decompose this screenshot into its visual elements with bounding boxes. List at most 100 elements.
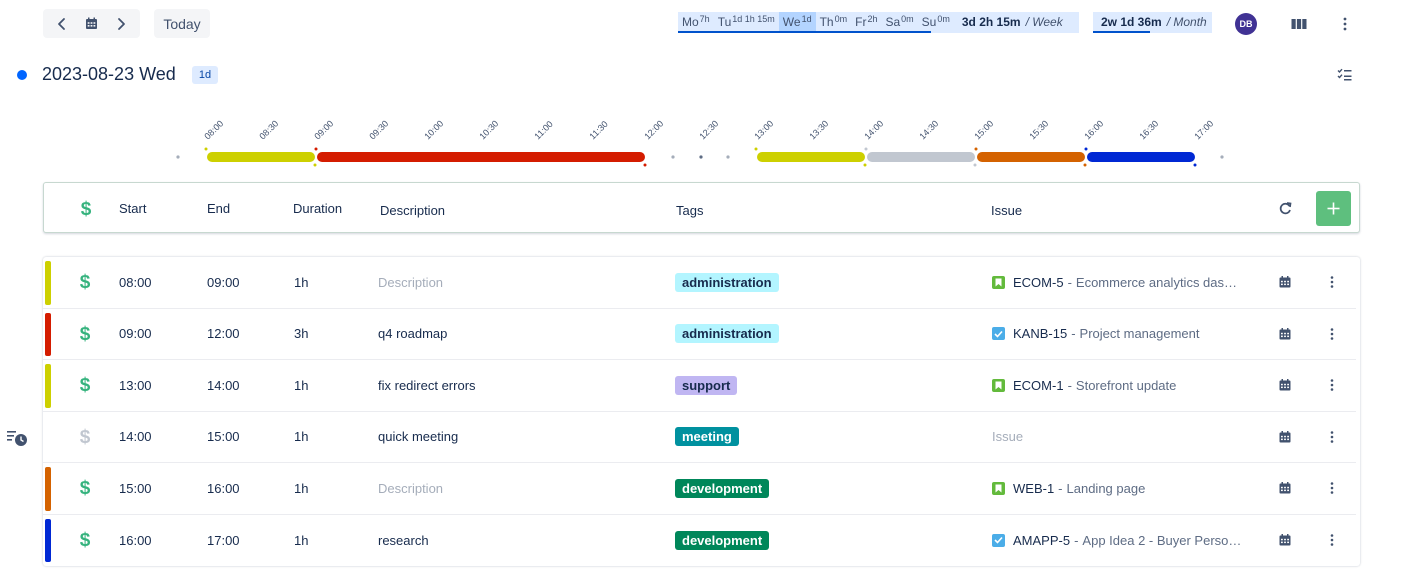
column-issue: Issue — [991, 203, 1023, 218]
week-summary: Mo 7h Tu 1d 1h 15m We 1d Th 0m Fr 2h Sa 0m Su 0m 3d 2h… — [678, 12, 1079, 33]
entry-issue[interactable]: ECOM-1- Storefront update — [992, 360, 1242, 411]
entry-tag-cell[interactable]: support — [675, 360, 738, 411]
entry-date-button[interactable] — [1279, 515, 1291, 567]
timeline-segment[interactable] — [867, 152, 975, 162]
week-day-we[interactable]: We 1d — [778, 12, 816, 31]
refresh-button[interactable] — [1279, 183, 1292, 234]
side-toggle-button[interactable] — [6, 428, 28, 448]
prev-day-button[interactable] — [50, 12, 74, 36]
entry-date-button[interactable] — [1279, 309, 1291, 360]
today-button[interactable]: Today — [154, 9, 210, 38]
entry-end[interactable]: 14:00 — [207, 360, 240, 411]
table-row[interactable]: $13:00 14:00 1h fix redirect errors support E… — [43, 360, 1356, 412]
entry-description[interactable]: quick meeting — [378, 429, 458, 444]
entry-issue[interactable]: ECOM-5- Ecommerce analytics dashb... — [992, 257, 1242, 308]
entry-tag-cell[interactable]: development — [675, 515, 770, 567]
avatar[interactable]: DB — [1235, 13, 1257, 35]
entry-start[interactable]: 15:00 — [119, 463, 152, 514]
entry-issue[interactable]: KANB-15- Project management — [992, 309, 1242, 360]
week-day-tu[interactable]: Tu 1d 1h 15m — [714, 12, 779, 31]
columns-view-button[interactable] — [1288, 13, 1310, 35]
entry-issue[interactable]: WEB-1- Landing page — [992, 463, 1242, 514]
timeline-segment[interactable] — [317, 152, 645, 162]
billable-toggle[interactable]: $ — [79, 257, 91, 308]
checklist-icon — [1337, 68, 1351, 80]
entry-duration[interactable]: 1h — [294, 412, 308, 463]
entry-date-button[interactable] — [1279, 412, 1291, 463]
entry-start[interactable]: 14:00 — [119, 412, 152, 463]
entry-start[interactable]: 08:00 — [119, 257, 152, 308]
entry-more-button[interactable] — [1330, 412, 1334, 463]
week-day-mo[interactable]: Mo 7h — [678, 12, 714, 31]
more-options-button[interactable] — [1334, 13, 1356, 35]
entry-description[interactable]: q4 roadmap — [378, 326, 447, 341]
table-row[interactable]: $09:00 12:00 3h q4 roadmap administration KAN… — [43, 309, 1356, 360]
date-picker-button[interactable] — [79, 12, 103, 36]
entry-end[interactable]: 16:00 — [207, 463, 240, 514]
entry-more-button[interactable] — [1330, 309, 1334, 360]
column-start: Start — [119, 201, 147, 216]
week-day-sa[interactable]: Sa 0m — [881, 12, 917, 31]
entry-more-button[interactable] — [1330, 360, 1334, 411]
entry-end[interactable]: 09:00 — [207, 257, 240, 308]
more-vertical-icon — [1330, 534, 1334, 547]
entry-issue[interactable]: Issue — [992, 412, 1242, 463]
timeline-segment[interactable] — [977, 152, 1085, 162]
week-day-fr[interactable]: Fr 2h — [851, 12, 881, 31]
timeline-segment[interactable] — [757, 152, 865, 162]
refresh-icon — [1279, 202, 1292, 215]
add-entry-button[interactable] — [1316, 191, 1351, 226]
billable-toggle[interactable]: $ — [79, 309, 91, 360]
timeline-segment-marker — [1193, 163, 1197, 167]
timeline-segment[interactable] — [207, 152, 315, 162]
entry-description-placeholder[interactable]: Description — [378, 275, 443, 290]
timeline-segment-marker — [974, 147, 978, 151]
entry-more-button[interactable] — [1330, 463, 1334, 514]
billable-toggle[interactable]: $ — [79, 412, 91, 463]
week-day-total: 1d — [801, 13, 812, 24]
table-row[interactable]: $15:00 16:00 1h Description development WEB-1… — [43, 463, 1356, 515]
entry-tag-cell[interactable]: meeting — [675, 412, 739, 463]
entry-description[interactable]: research — [378, 533, 429, 548]
billable-toggle[interactable]: $ — [79, 515, 91, 567]
more-vertical-icon — [1330, 327, 1334, 340]
checklist-button[interactable] — [1333, 63, 1355, 85]
next-day-button[interactable] — [109, 12, 133, 36]
entry-date-button[interactable] — [1279, 257, 1291, 308]
entry-duration[interactable]: 3h — [294, 309, 308, 360]
entry-start[interactable]: 16:00 — [119, 515, 152, 567]
entry-issue[interactable]: AMAPP-5- App Idea 2 - Buyer Person... — [992, 515, 1242, 567]
entry-more-button[interactable] — [1330, 257, 1334, 308]
entry-end[interactable]: 15:00 — [207, 412, 240, 463]
table-row[interactable]: $16:00 17:00 1h research development AMAPP-5-… — [43, 515, 1356, 567]
entry-description-placeholder[interactable]: Description — [378, 481, 443, 496]
timeline-tick-label: 12:30 — [697, 118, 720, 141]
entry-start[interactable]: 13:00 — [119, 360, 152, 411]
entry-duration[interactable]: 1h — [294, 257, 308, 308]
entry-tag-cell[interactable]: administration — [675, 257, 779, 308]
week-total: 3d 2h 15m — [961, 14, 1021, 29]
timeline-tick-label: 14:00 — [862, 118, 885, 141]
entry-more-button[interactable] — [1330, 515, 1334, 567]
week-day-su[interactable]: Su 0m — [918, 12, 954, 31]
entry-duration[interactable]: 1h — [294, 463, 308, 514]
billable-toggle[interactable]: $ — [79, 463, 91, 514]
entry-duration[interactable]: 1h — [294, 360, 308, 411]
entry-start[interactable]: 09:00 — [119, 309, 152, 360]
entry-end[interactable]: 17:00 — [207, 515, 240, 567]
issue-key: ECOM-5 — [1013, 274, 1064, 290]
entry-end[interactable]: 12:00 — [207, 309, 240, 360]
table-row[interactable]: $14:00 15:00 1h quick meeting meeting Issue — [43, 412, 1356, 463]
entry-date-button[interactable] — [1279, 360, 1291, 411]
entry-date-button[interactable] — [1279, 463, 1291, 514]
week-day-th[interactable]: Th 0m — [816, 12, 852, 31]
entry-description[interactable]: fix redirect errors — [378, 378, 476, 393]
timeline-segment[interactable] — [1087, 152, 1195, 162]
entry-duration[interactable]: 1h — [294, 515, 308, 567]
table-row[interactable]: $08:00 09:00 1h Description administration EC… — [43, 257, 1356, 309]
billable-toggle-header[interactable]: $ — [80, 183, 92, 234]
billable-toggle[interactable]: $ — [79, 360, 91, 411]
entry-tag-cell[interactable]: administration — [675, 309, 779, 360]
entry-tag-cell[interactable]: development — [675, 463, 770, 514]
timeline-chart: 08:00 08:30 09:00 09:30 10:00 10:30 11:00 11:30… — [176, 118, 1224, 167]
